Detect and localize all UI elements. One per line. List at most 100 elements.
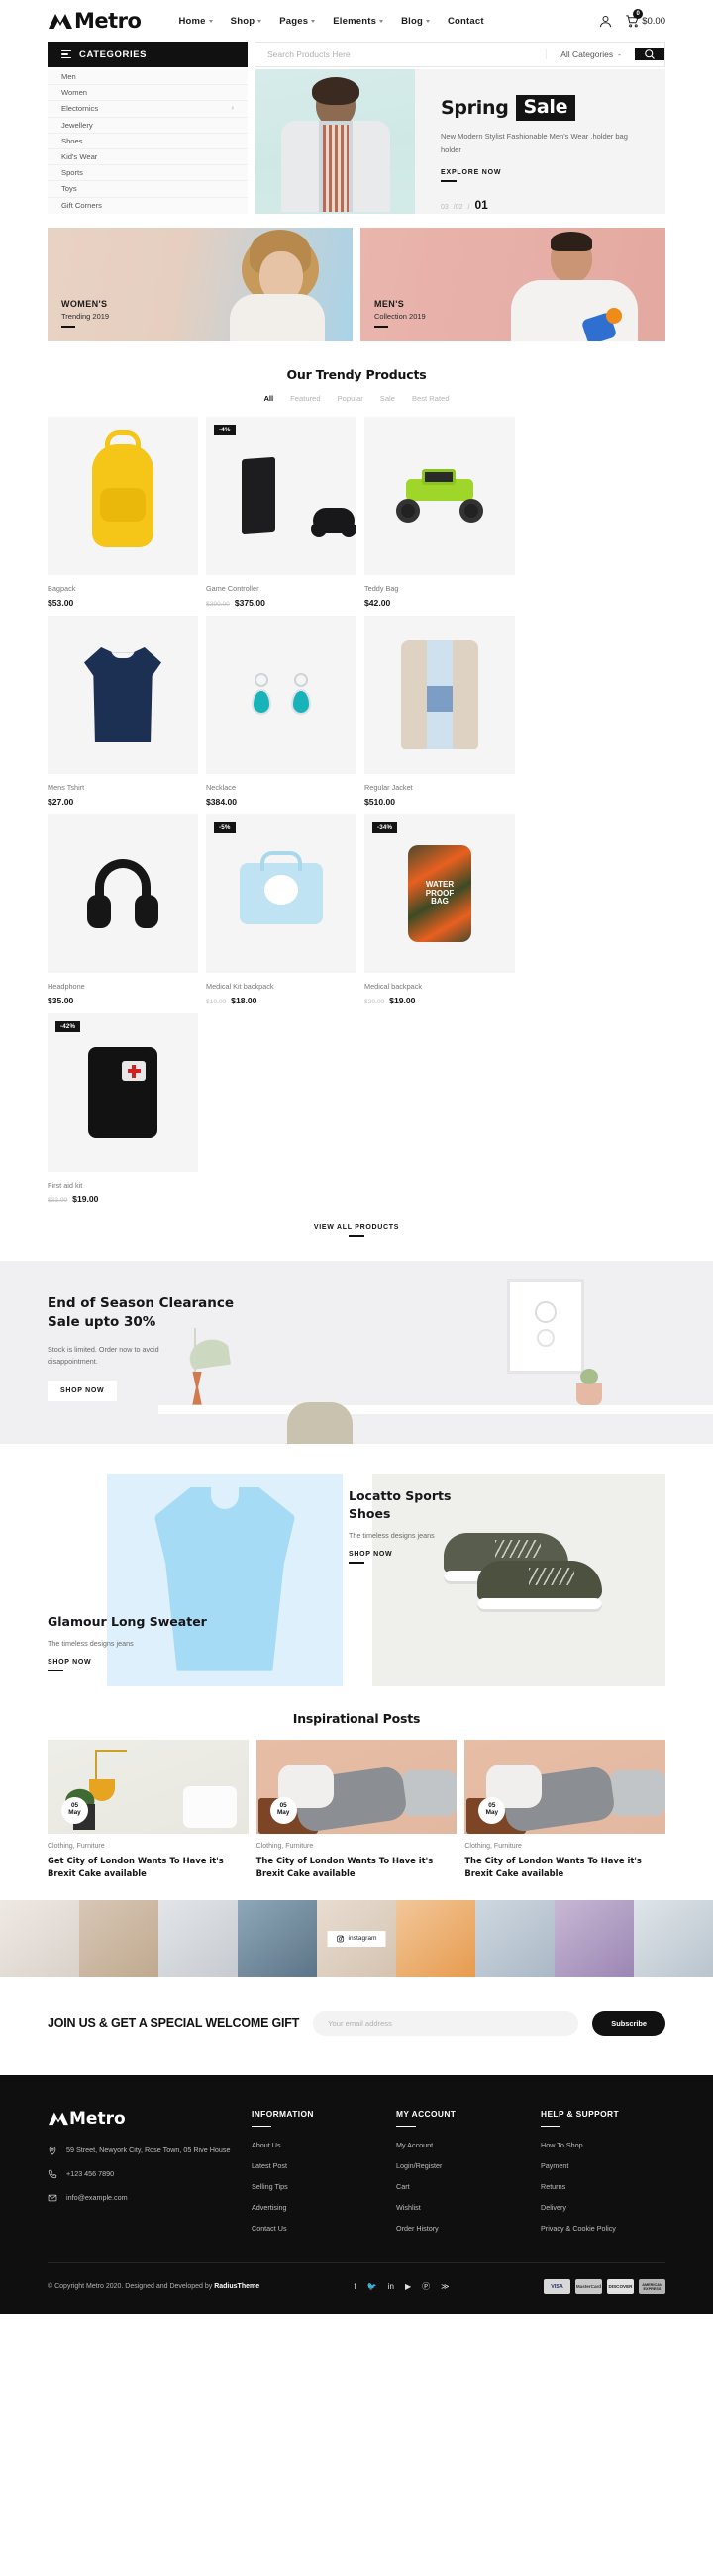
- blog-post-title: Get City of London Wants To Have it's Br…: [48, 1855, 224, 1878]
- shoes-shop-now-link[interactable]: SHOP NOW: [349, 1551, 487, 1558]
- view-all-products-link[interactable]: VIEW ALL PRODUCTS: [0, 1224, 713, 1237]
- footer-email-text: info@example.com: [66, 2193, 128, 2203]
- hero-pager-current: 01: [474, 197, 488, 212]
- sidebar-item-kids-wear[interactable]: Kid's Wear: [48, 149, 248, 166]
- search-input[interactable]: [255, 49, 547, 59]
- category-select[interactable]: All Categories -: [546, 49, 635, 59]
- product-card[interactable]: -42% First aid kit $33.00 $19.00: [48, 1013, 198, 1204]
- nav-item-elements[interactable]: Elements: [333, 16, 384, 27]
- logo-text: Metro: [74, 9, 142, 33]
- footer-link-login-register[interactable]: Login/Register: [396, 2161, 521, 2170]
- product-card[interactable]: Headphone $35.00: [48, 814, 198, 1005]
- site-logo[interactable]: Metro: [48, 9, 142, 33]
- instagram-tile[interactable]: [79, 1899, 158, 1977]
- tab-sale[interactable]: Sale: [380, 394, 395, 403]
- product-card[interactable]: Teddy Bag $42.00: [364, 417, 515, 608]
- search-button[interactable]: [635, 48, 664, 60]
- product-card[interactable]: -34% WATER PROOF BAG Medical backpack $29.…: [364, 814, 515, 1005]
- footer-link-contact-us[interactable]: Contact Us: [252, 2224, 376, 2233]
- user-account-icon[interactable]: [598, 14, 613, 29]
- hero-banner[interactable]: Spring Sale New Modern Stylist Fashionab…: [255, 69, 665, 214]
- twitter-icon[interactable]: 🐦: [367, 2281, 377, 2292]
- product-price: $375.00: [234, 598, 265, 608]
- nav-label: Contact: [447, 15, 484, 27]
- nav-item-pages[interactable]: Pages: [279, 16, 316, 27]
- product-card[interactable]: Regular Jacket $510.00: [364, 616, 515, 807]
- blog-post-card[interactable]: 05 May Clothing, Furniture Get City of L…: [48, 1739, 249, 1880]
- footer-email[interactable]: info@example.com: [48, 2192, 232, 2204]
- youtube-icon[interactable]: ▶: [405, 2281, 411, 2292]
- promo-womens[interactable]: WOMEN'S Trending 2019: [48, 228, 353, 341]
- product-card[interactable]: Necklace $384.00: [206, 616, 356, 807]
- sidebar-item-sports[interactable]: Sports: [48, 165, 248, 182]
- sidebar-item-toys[interactable]: Toys: [48, 181, 248, 198]
- blog-title: Inspirational Posts: [292, 1710, 421, 1726]
- footer-link-payment[interactable]: Payment: [541, 2161, 665, 2170]
- product-price: $19.00: [72, 1194, 99, 1204]
- instagram-tile[interactable]: [158, 1899, 238, 1977]
- footer-phone[interactable]: +123 456 7890: [48, 2168, 232, 2180]
- product-card[interactable]: Mens Tshirt $27.00: [48, 616, 198, 807]
- hero-cta[interactable]: EXPLORE NOW: [441, 169, 665, 176]
- footer-link-selling-tips[interactable]: Selling Tips: [252, 2182, 376, 2191]
- clearance-shop-now-button[interactable]: SHOP NOW: [48, 1380, 118, 1401]
- hero-model-illustration: [280, 77, 390, 212]
- product-grid: Bagpack $53.00 -4% Game Controller $390.…: [0, 403, 713, 1204]
- instagram-tile[interactable]: [0, 1899, 79, 1977]
- nav-item-contact[interactable]: Contact: [448, 16, 484, 27]
- categories-button[interactable]: CATEGORIES: [48, 42, 248, 67]
- nav-item-shop[interactable]: Shop: [231, 16, 262, 27]
- product-name: First aid kit: [48, 1181, 83, 1190]
- sidebar-item-label: Sports: [61, 168, 83, 178]
- tab-featured[interactable]: Featured: [290, 394, 320, 403]
- sidebar-item-men[interactable]: Men: [48, 69, 248, 86]
- sidebar-item-electronics[interactable]: Electornics ›: [48, 101, 248, 118]
- sidebar-item-shoes[interactable]: Shoes: [48, 134, 248, 149]
- newsletter-email-input[interactable]: [313, 2010, 579, 2036]
- instagram-tile[interactable]: [475, 1899, 555, 1977]
- instagram-badge[interactable]: instagram: [327, 1930, 386, 1947]
- sidebar-item-gift-corners[interactable]: Gift Corners: [48, 198, 248, 214]
- footer-link-cart[interactable]: Cart: [396, 2182, 521, 2191]
- footer-link-order-history[interactable]: Order History: [396, 2224, 521, 2233]
- footer-link-wishlist[interactable]: Wishlist: [396, 2203, 521, 2212]
- sidebar-item-jewellery[interactable]: Jewellery: [48, 118, 248, 134]
- tab-best-rated[interactable]: Best Rated: [412, 394, 450, 403]
- footer-link-about-us[interactable]: About Us: [252, 2141, 376, 2149]
- mastercard-card-icon: MasterCard: [574, 2279, 602, 2295]
- footer-link-my-account[interactable]: My Account: [396, 2141, 521, 2149]
- footer-link-advertising[interactable]: Advertising: [252, 2203, 376, 2212]
- cart-button[interactable]: 0 $0.00: [625, 8, 665, 29]
- facebook-icon[interactable]: f: [355, 2281, 356, 2292]
- blog-post-card[interactable]: 05 May Clothing, Furniture The City of L…: [255, 1739, 458, 1880]
- footer-link-how-to-shop[interactable]: How To Shop: [541, 2141, 665, 2149]
- footer-link-latest-post[interactable]: Latest Post: [252, 2161, 376, 2170]
- blog-post-image: 05 May: [255, 1739, 458, 1834]
- promo-mens[interactable]: MEN'S Collection 2019: [360, 228, 665, 341]
- nav-item-home[interactable]: Home: [178, 16, 213, 27]
- tab-popular[interactable]: Popular: [338, 394, 363, 403]
- linkedin-icon[interactable]: in: [388, 2281, 394, 2292]
- tab-all[interactable]: All: [263, 394, 273, 403]
- footer-link-returns[interactable]: Returns: [541, 2182, 665, 2191]
- product-card[interactable]: -4% Game Controller $390.00 $375.00: [206, 417, 356, 608]
- sidebar-item-label: Women: [61, 88, 88, 98]
- promo-mens-subtitle: Collection 2019: [374, 312, 426, 322]
- nav-item-blog[interactable]: Blog: [401, 16, 430, 27]
- footer-link-privacy-cookie-policy[interactable]: Privacy & Cookie Policy: [541, 2224, 665, 2233]
- instagram-tile[interactable]: [634, 1899, 713, 1977]
- sweater-shop-now-link[interactable]: SHOP NOW: [48, 1659, 207, 1666]
- sidebar-item-women[interactable]: Women: [48, 85, 248, 102]
- product-card[interactable]: -5% Medical Kit backpack $19.00 $18.00: [206, 814, 356, 1005]
- rss-icon[interactable]: ≫: [441, 2281, 449, 2292]
- instagram-tile[interactable]: [238, 1899, 317, 1977]
- blog-post-card[interactable]: 05 May Clothing, Furniture The City of L…: [464, 1739, 666, 1880]
- footer-logo[interactable]: Metro: [48, 2109, 232, 2129]
- newsletter-subscribe-button[interactable]: Subscribe: [592, 2010, 665, 2036]
- metro-mark-icon: [49, 14, 72, 29]
- footer-link-delivery[interactable]: Delivery: [541, 2203, 665, 2212]
- pinterest-icon[interactable]: Ⓟ: [422, 2281, 430, 2292]
- instagram-tile[interactable]: [396, 1899, 475, 1977]
- product-card[interactable]: Bagpack $53.00: [48, 417, 198, 608]
- instagram-tile[interactable]: [555, 1899, 634, 1977]
